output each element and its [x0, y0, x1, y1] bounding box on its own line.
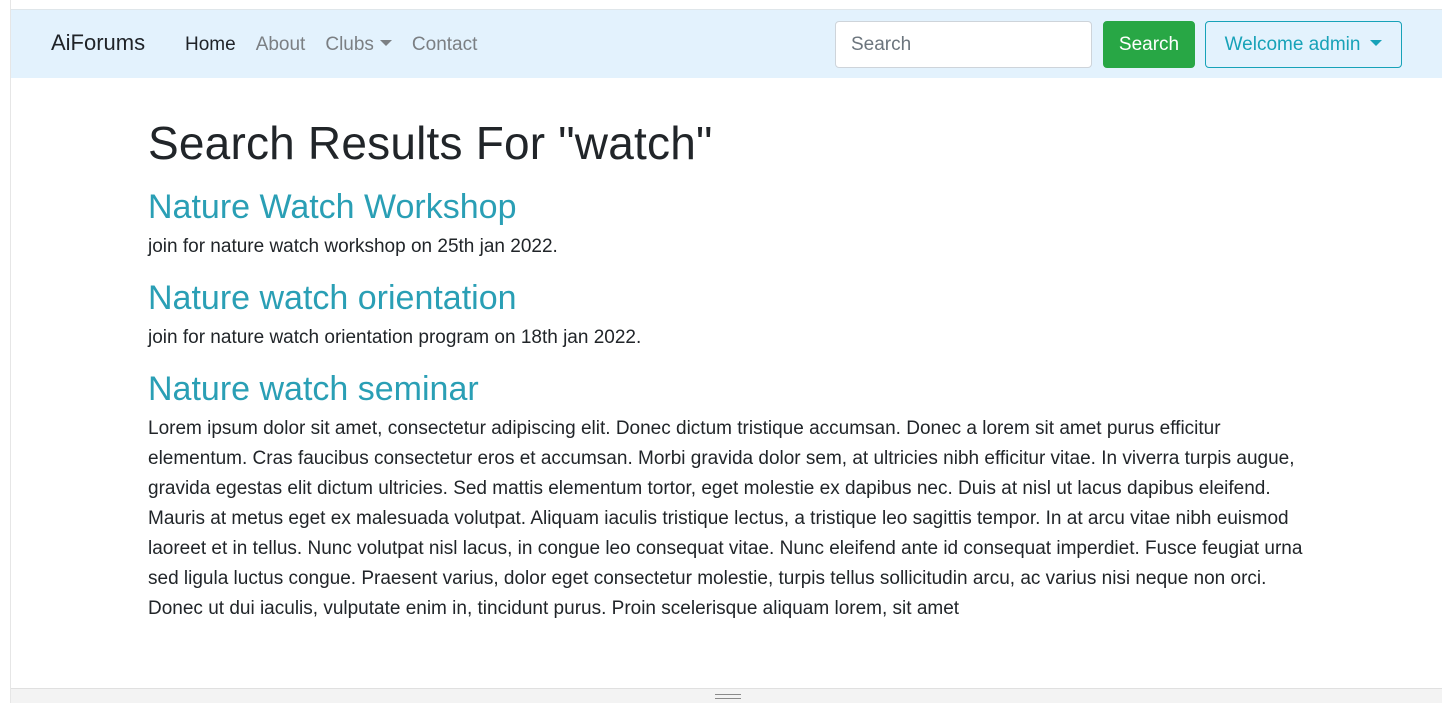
resize-grip-icon[interactable] — [715, 694, 741, 699]
search-input[interactable] — [835, 21, 1092, 68]
brand-logo[interactable]: AiForums — [51, 30, 145, 56]
browser-viewport: AiForums Home About Clubs Contact Search… — [0, 0, 1442, 703]
user-menu-label: Welcome admin — [1224, 33, 1361, 55]
nav-link-clubs-label: Clubs — [325, 34, 374, 55]
chevron-down-icon — [1370, 39, 1383, 46]
search-result-item: Nature Watch Workshop join for nature wa… — [148, 187, 1318, 262]
result-title-link[interactable]: Nature watch orientation — [148, 278, 1318, 319]
nav-links: Home About Clubs Contact — [185, 34, 477, 56]
navbar: AiForums Home About Clubs Contact Search… — [11, 9, 1442, 78]
result-title-link[interactable]: Nature watch seminar — [148, 369, 1318, 410]
nav-link-about[interactable]: About — [256, 34, 306, 56]
page-title: Search Results For "watch" — [148, 117, 713, 169]
search-button[interactable]: Search — [1103, 21, 1195, 68]
search-result-item: Nature watch seminar Lorem ipsum dolor s… — [148, 369, 1318, 624]
result-description: join for nature watch workshop on 25th j… — [148, 235, 558, 257]
result-description: Lorem ipsum dolor sit amet, consectetur … — [148, 417, 1303, 619]
nav-link-contact[interactable]: Contact — [412, 34, 477, 56]
user-menu-dropdown[interactable]: Welcome admin — [1205, 21, 1402, 68]
result-title-link[interactable]: Nature Watch Workshop — [148, 187, 1318, 228]
devtools-resize-bar[interactable] — [11, 688, 1442, 703]
window-top-edge — [0, 0, 1442, 9]
search-result-item: Nature watch orientation join for nature… — [148, 278, 1318, 353]
result-description: join for nature watch orientation progra… — [148, 326, 642, 348]
nav-link-clubs-dropdown[interactable]: Clubs — [325, 34, 392, 56]
window-left-edge — [0, 0, 11, 703]
nav-link-home[interactable]: Home — [185, 34, 236, 56]
chevron-down-icon — [379, 40, 392, 47]
search-results-container: Search Results For "watch" Nature Watch … — [148, 116, 1318, 624]
